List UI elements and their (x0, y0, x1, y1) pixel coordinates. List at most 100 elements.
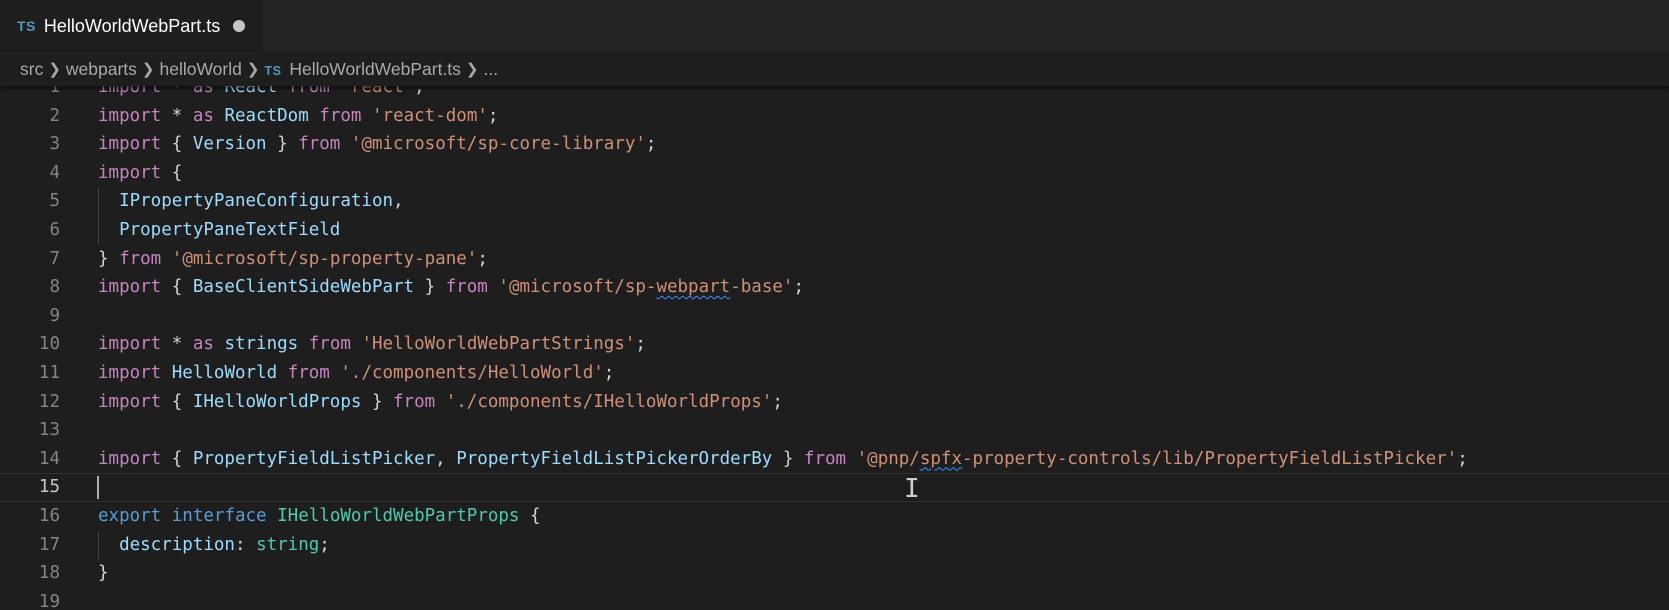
line-source: import { IHelloWorldProps } from './comp… (98, 388, 783, 417)
code-token: ; (414, 86, 425, 97)
breadcrumb-item-file[interactable]: TS HelloWorldWebPart.ts (264, 59, 460, 80)
code-line[interactable]: 9 (0, 302, 1669, 331)
code-line[interactable]: 3 import { Version } from '@microsoft/sp-… (0, 130, 1669, 159)
code-line[interactable]: 6 PropertyPaneTextField (0, 215, 1669, 245)
code-line[interactable]: 5 IPropertyPaneConfiguration, (0, 187, 1669, 216)
line-source: import { PropertyFieldListPicker, Proper… (98, 445, 1468, 474)
code-token: PropertyFieldListPickerOrderBy (456, 448, 773, 469)
line-source: import HelloWorld from './components/Hel… (98, 359, 614, 388)
code-token: '@microsoft/sp-property-pane' (171, 248, 478, 269)
code-token: ; (635, 334, 646, 355)
code-token: { (519, 505, 541, 526)
chevron-right-icon: ❯ (141, 61, 155, 78)
code-line[interactable]: 17 description: string; (0, 530, 1669, 560)
code-token: ; (603, 362, 615, 383)
code-line[interactable]: 11 import HelloWorld from './components/H… (0, 359, 1669, 388)
line-number: 7 (49, 248, 60, 269)
code-token: description (119, 534, 235, 555)
code-line[interactable]: 14 import { PropertyFieldListPicker, Prop… (0, 445, 1669, 474)
code-token: '@microsoft/sp-core-library' (350, 134, 646, 155)
code-lines[interactable]: 1 import * as React from 'react'; 2 import … (0, 86, 1669, 610)
code-token: import (98, 134, 162, 155)
code-token: from (298, 134, 341, 155)
code-token: IPropertyPaneConfiguration (119, 191, 394, 212)
chevron-right-icon: ❯ (465, 61, 479, 78)
line-source: IPropertyPaneConfiguration, (98, 187, 403, 216)
line-number: 17 (38, 534, 60, 555)
code-line[interactable]: 18} (0, 559, 1669, 588)
line-source: export interface IHelloWorldWebPartProps… (98, 502, 541, 531)
code-token: import (98, 105, 162, 126)
code-token: './components/HelloWorld' (340, 362, 604, 383)
code-token: } (772, 448, 804, 469)
code-token: ; (793, 277, 804, 298)
code-token: ; (319, 534, 330, 555)
code-token: 'react-dom' (372, 105, 488, 126)
code-line[interactable]: 10 import * as strings from 'HelloWorldWe… (0, 330, 1669, 359)
line-number: 16 (38, 505, 60, 526)
code-token: -base' (730, 277, 794, 298)
code-line[interactable]: 1 import * as React from 'react'; (0, 86, 1669, 102)
code-token: } (98, 248, 120, 269)
code-line[interactable]: 15 (0, 473, 1669, 502)
code-token: as (192, 105, 214, 126)
code-editor[interactable]: 1 import * as React from 'react'; 2 import … (0, 86, 1669, 610)
code-token: 'react' (340, 86, 415, 97)
code-token: * (161, 86, 193, 97)
breadcrumb-item-src[interactable]: src (20, 59, 43, 80)
code-line[interactable]: 4 import { (0, 159, 1669, 188)
text-cursor-ibeam-icon: I (904, 474, 920, 504)
code-line[interactable]: 16 export interface IHelloWorldWebPartPro… (0, 502, 1669, 531)
editor-tab-bar: TS HelloWorldWebPart.ts (0, 0, 1669, 52)
code-token: import (98, 334, 162, 355)
line-number: 19 (38, 591, 60, 610)
line-number: 15 (38, 477, 60, 498)
line-source: } from '@microsoft/sp-property-pane'; (98, 245, 488, 274)
code-token: * (161, 105, 193, 126)
code-line[interactable]: 7 } from '@microsoft/sp-property-pane'; (0, 245, 1669, 274)
typescript-file-icon: TS (264, 63, 282, 78)
code-token: from (287, 86, 330, 97)
code-token: as (192, 86, 214, 97)
code-token: { (161, 162, 183, 183)
code-line[interactable]: 12 import { IHelloWorldProps } from './co… (0, 388, 1669, 417)
line-source: import { (98, 159, 182, 188)
breadcrumb-item-webparts[interactable]: webparts (66, 59, 137, 80)
code-line[interactable]: 19 (0, 588, 1669, 610)
line-number: 8 (49, 277, 60, 298)
code-token: } (266, 134, 299, 155)
code-token: React (224, 86, 278, 97)
line-number: 1 (49, 86, 60, 97)
code-token: : (234, 534, 257, 555)
code-line[interactable]: 13 (0, 416, 1669, 445)
code-token: ; (772, 391, 783, 412)
code-token: import (98, 391, 162, 412)
code-token: ; (477, 248, 488, 269)
code-line[interactable]: 2 import * as ReactDom from 'react-dom'; (0, 102, 1669, 131)
code-line[interactable]: 8 import { BaseClientSideWebPart } from '… (0, 273, 1669, 302)
line-number: 5 (49, 191, 60, 212)
code-token: , (435, 448, 457, 469)
unsaved-dot-icon[interactable] (233, 20, 246, 32)
line-source: import { BaseClientSideWebPart } from '@… (98, 273, 804, 302)
code-token: ReactDom (224, 105, 309, 126)
line-number: 18 (38, 563, 60, 584)
breadcrumb-more[interactable]: ... (484, 59, 499, 80)
code-token: from (287, 362, 330, 383)
breadcrumb-item-helloworld[interactable]: helloWorld (160, 59, 242, 80)
code-token: strings (224, 334, 299, 355)
code-token: import (98, 362, 162, 383)
code-token: PropertyFieldListPicker (192, 448, 436, 469)
code-token: from (308, 334, 351, 355)
tab-hello-world-webpart[interactable]: TS HelloWorldWebPart.ts (0, 0, 264, 52)
